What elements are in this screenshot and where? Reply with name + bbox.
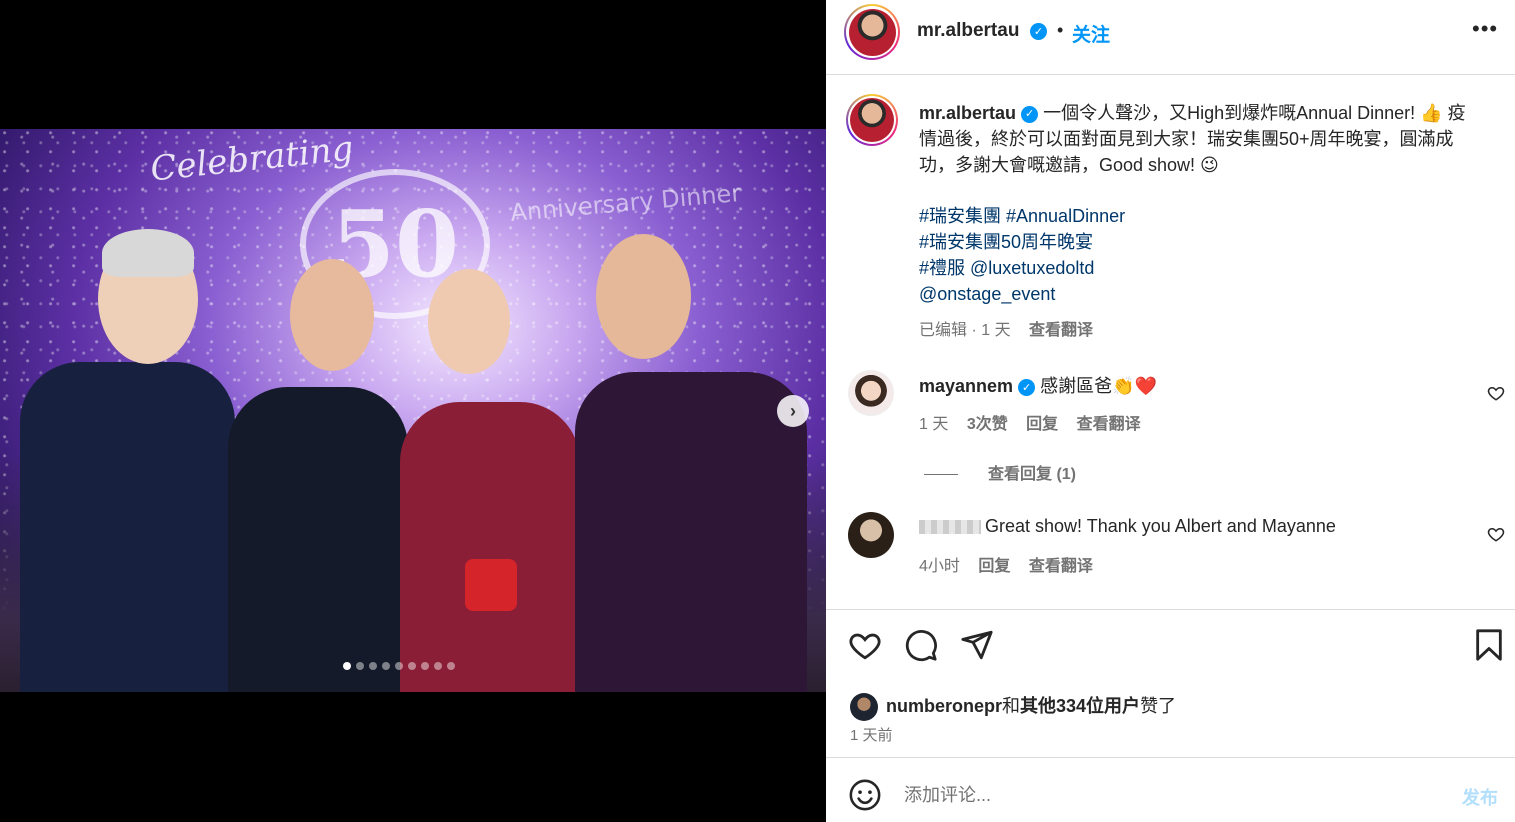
- liker-avatar: [850, 693, 878, 722]
- post-comment-button[interactable]: 发布: [1462, 784, 1498, 810]
- carousel-dot: [434, 662, 442, 670]
- carousel-dot: [408, 662, 416, 670]
- comment-text: Great show! Thank you Albert and Mayanne: [985, 516, 1336, 536]
- hashtag-line[interactable]: #瑞安集團 #AnnualDinner: [919, 203, 1125, 229]
- hashtag-line[interactable]: @onstage_event: [919, 281, 1125, 307]
- comment-input[interactable]: [904, 780, 1444, 810]
- follow-button[interactable]: 关注: [1072, 20, 1110, 47]
- avatar-image: [850, 98, 894, 142]
- comment-time: 4小时: [919, 558, 960, 575]
- verified-badge-icon: ✓: [1021, 105, 1039, 123]
- chevron-right-icon: ›: [790, 400, 796, 421]
- like-comment-heart-icon[interactable]: [1487, 384, 1505, 402]
- comment-meta: 4小时 回复 查看翻译: [919, 552, 1107, 576]
- view-replies-label: 查看回复 (1): [988, 466, 1077, 483]
- header-separator: •: [1057, 20, 1064, 40]
- emoji-icon[interactable]: [848, 778, 882, 812]
- reply-button[interactable]: 回复: [1026, 416, 1058, 433]
- post-panel: mr.albertau ✓ • 关注 ••• mr.albertau ✓ 一個令…: [826, 0, 1515, 822]
- carousel-dot: [369, 662, 377, 670]
- author-avatar[interactable]: [844, 4, 900, 60]
- comments-scroll-area[interactable]: mr.albertau ✓ 一個令人聲沙，又High到爆炸嘅Annual Din…: [826, 76, 1515, 609]
- photo-head-2: [290, 259, 374, 371]
- carousel-dot: [343, 662, 351, 670]
- photo-person-2: [228, 387, 408, 692]
- verified-badge-icon: ✓: [1018, 378, 1036, 396]
- likes-others[interactable]: 其他334位用户: [1020, 696, 1140, 716]
- photo-hair-1: [102, 229, 194, 277]
- caption-username[interactable]: mr.albertau: [919, 103, 1016, 123]
- carousel-dot: [447, 662, 455, 670]
- carousel-dot: [395, 662, 403, 670]
- bookmark-icon[interactable]: [1472, 628, 1506, 662]
- likes-suffix: 赞了: [1140, 696, 1177, 716]
- see-translation-link[interactable]: 查看翻译: [1077, 416, 1141, 433]
- liker-username[interactable]: numberonepr: [886, 696, 1002, 716]
- comment-text-row: Great show! Thank you Albert and Mayanne: [919, 516, 1336, 537]
- comment-bar: 发布: [826, 757, 1515, 822]
- comment-meta: 1 天 3次赞 回复 查看翻译: [919, 410, 1155, 434]
- reply-button[interactable]: 回复: [978, 558, 1010, 575]
- photo-head-4: [596, 234, 691, 359]
- commenter-avatar[interactable]: [848, 512, 894, 558]
- comment-likes-count[interactable]: 3次赞: [967, 416, 1008, 433]
- carousel-dot: [382, 662, 390, 670]
- carousel-dots: [343, 662, 455, 670]
- avatar-image: [848, 8, 896, 56]
- next-photo-button[interactable]: ›: [777, 395, 809, 427]
- commenter-username[interactable]: mayannem: [919, 376, 1013, 396]
- share-icon[interactable]: [960, 628, 994, 662]
- caption-hashtags: #瑞安集團 #AnnualDinner #瑞安集團50周年晚宴 #禮服 @lux…: [919, 203, 1125, 307]
- post-photo[interactable]: Celebrating 50 Anniversary Dinner: [0, 129, 826, 692]
- hashtag-line[interactable]: #瑞安集團50周年晚宴: [919, 229, 1125, 255]
- comment-text: 感謝區爸👏❤️: [1040, 376, 1157, 396]
- post-header: mr.albertau ✓ • 关注 •••: [826, 0, 1515, 75]
- carousel-dot: [421, 662, 429, 670]
- caption-meta: 已编辑 · 1 天 查看翻译: [919, 316, 1093, 340]
- photo-person-3: [400, 402, 580, 692]
- comment-text-row: mayannem ✓ 感謝區爸👏❤️: [919, 372, 1157, 398]
- photo-head-3: [428, 269, 510, 374]
- photo-person-1: [20, 362, 235, 692]
- likes-connector: 和: [1002, 696, 1021, 716]
- hashtag-line[interactable]: #禮服 @luxetuxedoltd: [919, 255, 1125, 281]
- photo-microphone: [465, 559, 517, 611]
- comment-time: 1 天: [919, 416, 949, 433]
- comment-icon[interactable]: [904, 628, 938, 662]
- replies-divider: [924, 474, 958, 476]
- post-caption: mr.albertau ✓ 一個令人聲沙，又High到爆炸嘅Annual Din…: [919, 100, 1479, 178]
- edited-time: 已编辑 · 1 天: [919, 322, 1011, 339]
- see-translation-link[interactable]: 查看翻译: [1029, 558, 1093, 575]
- photo-person-4: [575, 372, 807, 692]
- likes-summary[interactable]: numberonepr和其他334位用户赞了: [850, 692, 1177, 722]
- like-comment-heart-icon[interactable]: [1487, 525, 1505, 543]
- view-replies-button[interactable]: 查看回复 (1): [924, 460, 1076, 484]
- caption-author-avatar[interactable]: [846, 94, 898, 146]
- commenter-avatar[interactable]: [848, 370, 894, 416]
- verified-badge-icon: ✓: [1030, 23, 1047, 40]
- post-timestamp: 1 天前: [850, 727, 893, 744]
- see-translation-link[interactable]: 查看翻译: [1029, 322, 1093, 339]
- media-pane: Celebrating 50 Anniversary Dinner ›: [0, 0, 826, 822]
- blurred-username: [919, 520, 981, 535]
- like-heart-icon[interactable]: [848, 628, 882, 662]
- post-actions: numberonepr和其他334位用户赞了 1 天前: [826, 609, 1515, 757]
- author-username[interactable]: mr.albertau: [917, 20, 1019, 42]
- more-options-icon[interactable]: •••: [1472, 16, 1498, 42]
- carousel-dot: [356, 662, 364, 670]
